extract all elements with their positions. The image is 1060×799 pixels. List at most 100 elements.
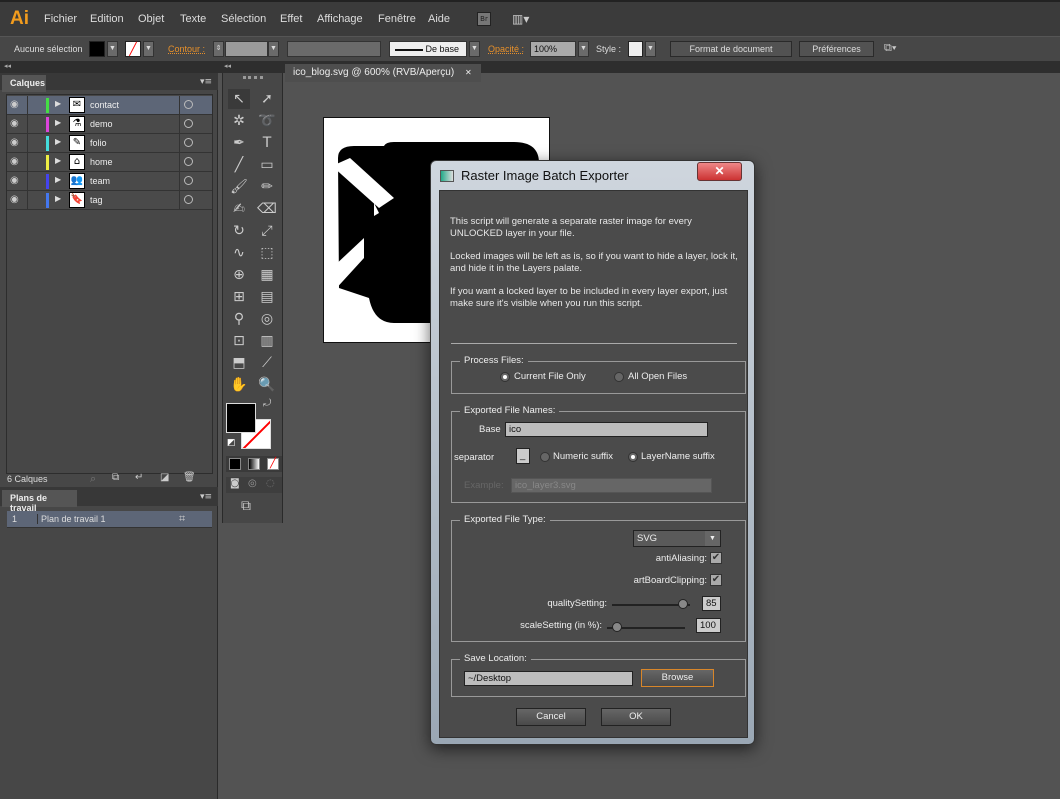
- layer-row[interactable]: ◉ ▶ 👥 team: [7, 172, 212, 191]
- menu-edition[interactable]: Edition: [90, 13, 124, 25]
- file-type-select[interactable]: SVG ▼: [633, 530, 721, 547]
- cancel-button[interactable]: Cancel: [516, 708, 586, 726]
- color-mode-icon[interactable]: [229, 458, 241, 470]
- hand-tool-icon[interactable]: ✋: [228, 375, 250, 395]
- radio-numeric-suffix[interactable]: [540, 452, 550, 462]
- eyedropper-tool-icon[interactable]: ⚲: [228, 309, 250, 329]
- stroke-none-swatch[interactable]: ╱: [125, 41, 141, 57]
- menu-objet[interactable]: Objet: [138, 13, 164, 25]
- style-swatch[interactable]: [628, 41, 643, 57]
- ok-button[interactable]: OK: [601, 708, 671, 726]
- new-layer-icon[interactable]: ◪: [160, 472, 169, 483]
- brush-dropdown[interactable]: De base: [389, 41, 467, 57]
- stroke-label[interactable]: Contour :: [168, 44, 205, 54]
- layer-name[interactable]: demo: [90, 119, 113, 129]
- visibility-eye-icon[interactable]: ◉: [10, 99, 19, 110]
- panel-menu-icon[interactable]: ▾≡: [200, 77, 212, 87]
- stroke-weight-input[interactable]: [225, 41, 268, 57]
- menu-affichage[interactable]: Affichage: [317, 13, 363, 25]
- layer-name[interactable]: home: [90, 157, 113, 167]
- warp-tool-icon[interactable]: ∿: [228, 243, 250, 263]
- menu-effet[interactable]: Effet: [280, 13, 302, 25]
- layer-row[interactable]: ◉ ▶ 🔖 tag: [7, 191, 212, 210]
- antialiasing-checkbox[interactable]: ✔: [710, 552, 722, 564]
- menu-selection[interactable]: Sélection: [221, 13, 266, 25]
- layer-name[interactable]: team: [90, 176, 110, 186]
- type-tool-icon[interactable]: T: [256, 133, 278, 153]
- menu-aide[interactable]: Aide: [428, 13, 450, 25]
- layer-row[interactable]: ◉ ▶ ⚗ demo: [7, 115, 212, 134]
- screen-mode-icon[interactable]: ⧉: [241, 498, 251, 514]
- magic-wand-tool-icon[interactable]: ✲: [228, 111, 250, 131]
- target-circle-icon[interactable]: [184, 176, 193, 185]
- gradient-mode-icon[interactable]: [248, 458, 260, 470]
- scale-slider-thumb[interactable]: [612, 622, 622, 632]
- swap-colors-icon[interactable]: ⤾: [263, 398, 271, 409]
- expand-triangle-icon[interactable]: ▶: [55, 137, 61, 146]
- fill-dropdown[interactable]: ▼: [107, 41, 118, 57]
- expand-triangle-icon[interactable]: ▶: [55, 194, 61, 203]
- opacity-dropdown[interactable]: ▼: [578, 41, 589, 57]
- opacity-input[interactable]: 100%: [530, 41, 576, 57]
- create-sublayer-icon[interactable]: ↵: [135, 472, 143, 483]
- default-colors-icon[interactable]: ◩: [227, 438, 236, 448]
- layer-name[interactable]: tag: [90, 195, 103, 205]
- menu-texte[interactable]: Texte: [180, 13, 206, 25]
- artboard-row[interactable]: 1 Plan de travail 1 ⌗: [7, 511, 212, 528]
- blob-brush-tool-icon[interactable]: ✍: [228, 199, 250, 219]
- save-path-input[interactable]: ~/Desktop: [464, 671, 633, 686]
- arrange-documents-icon[interactable]: ⧉▾: [884, 42, 896, 55]
- direct-selection-tool-icon[interactable]: ➚: [256, 89, 278, 109]
- artboard-options-icon[interactable]: ⌗: [179, 512, 185, 526]
- quality-input[interactable]: 85: [702, 596, 721, 611]
- brush-dropdown-arrow[interactable]: ▼: [469, 41, 480, 57]
- visibility-eye-icon[interactable]: ◉: [10, 175, 19, 186]
- selection-tool-icon[interactable]: ↖: [228, 89, 250, 109]
- rectangle-tool-icon[interactable]: ▭: [256, 155, 278, 175]
- symbol-sprayer-tool-icon[interactable]: ⊡: [228, 331, 250, 351]
- bridge-icon[interactable]: Br: [477, 12, 491, 26]
- artboard-tool-icon[interactable]: ⬒: [228, 353, 250, 373]
- rotate-tool-icon[interactable]: ↻: [228, 221, 250, 241]
- draw-behind-icon[interactable]: ◎: [248, 478, 257, 489]
- target-circle-icon[interactable]: [184, 100, 193, 109]
- opacity-label[interactable]: Opacité :: [488, 44, 524, 54]
- fill-color-front[interactable]: [226, 403, 256, 433]
- close-button[interactable]: ✕: [697, 162, 742, 181]
- draw-normal-icon[interactable]: ◙: [230, 478, 240, 489]
- close-tab-icon[interactable]: ✕: [465, 68, 472, 77]
- document-tab[interactable]: ico_blog.svg @ 600% (RVB/Aperçu) ✕: [285, 64, 481, 82]
- gradient-tool-icon[interactable]: ▤: [256, 287, 278, 307]
- eraser-tool-icon[interactable]: ⌫: [256, 199, 278, 219]
- free-transform-tool-icon[interactable]: ⬚: [256, 243, 278, 263]
- layer-name[interactable]: contact: [90, 100, 119, 110]
- target-circle-icon[interactable]: [184, 119, 193, 128]
- visibility-eye-icon[interactable]: ◉: [10, 137, 19, 148]
- target-circle-icon[interactable]: [184, 195, 193, 204]
- expand-triangle-icon[interactable]: ▶: [55, 99, 61, 108]
- layer-row[interactable]: ◉ ▶ ✉ contact: [7, 96, 212, 115]
- artboards-menu-icon[interactable]: ▾≡: [200, 492, 212, 502]
- artboard-clipping-checkbox[interactable]: ✔: [710, 574, 722, 586]
- line-tool-icon[interactable]: ╱: [228, 155, 250, 175]
- collapse-left-icon[interactable]: ◂◂: [4, 62, 11, 70]
- menu-fenetre[interactable]: Fenêtre: [378, 13, 416, 25]
- stroke-weight-stepper[interactable]: ⇕: [213, 41, 224, 57]
- preferences-button[interactable]: Préférences: [799, 41, 874, 57]
- pencil-tool-icon[interactable]: ✏: [256, 177, 278, 197]
- mesh-tool-icon[interactable]: ⊞: [228, 287, 250, 307]
- blend-tool-icon[interactable]: ◎: [256, 309, 278, 329]
- base-input[interactable]: ico: [505, 422, 708, 437]
- lasso-tool-icon[interactable]: ➰: [256, 111, 278, 131]
- stroke-weight-dropdown[interactable]: ▼: [268, 41, 279, 57]
- paintbrush-tool-icon[interactable]: 🖌: [228, 177, 250, 197]
- radio-current-file[interactable]: [500, 372, 510, 382]
- target-circle-icon[interactable]: [184, 157, 193, 166]
- make-clipping-mask-icon[interactable]: ⧉: [112, 472, 119, 483]
- layer-row[interactable]: ◉ ▶ ⌂ home: [7, 153, 212, 172]
- visibility-eye-icon[interactable]: ◉: [10, 194, 19, 205]
- stroke-dropdown[interactable]: ▼: [143, 41, 154, 57]
- menu-fichier[interactable]: Fichier: [44, 13, 77, 25]
- scale-tool-icon[interactable]: ⤢: [256, 221, 278, 241]
- layer-name[interactable]: folio: [90, 138, 107, 148]
